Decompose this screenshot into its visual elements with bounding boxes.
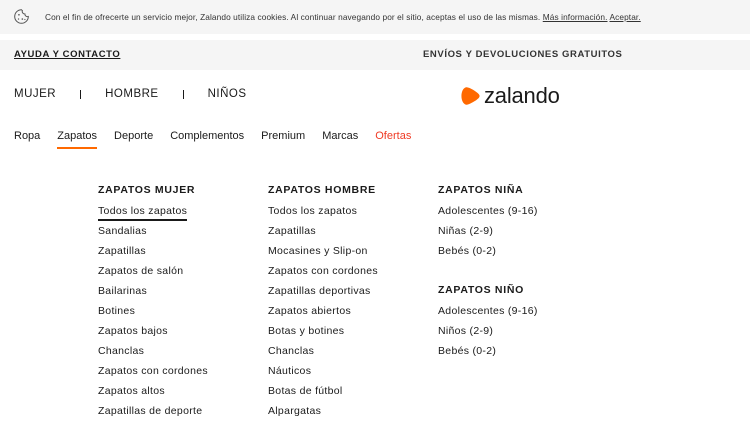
menu-item[interactable]: Todos los zapatos — [98, 203, 208, 223]
menu-item[interactable]: Bebés (0-2) — [438, 343, 538, 363]
gender-men-link[interactable]: HOMBRE — [105, 88, 158, 100]
menu-item[interactable]: Zapatos con cordones — [98, 363, 208, 383]
menu-item[interactable]: Bailarinas — [98, 283, 208, 303]
category-accessories[interactable]: Complementos — [170, 130, 244, 149]
category-premium[interactable]: Premium — [261, 130, 305, 149]
menu-item[interactable]: Zapatillas — [268, 223, 378, 243]
help-contact-link[interactable]: AYUDA Y CONTACTO — [14, 49, 120, 60]
menu-item[interactable]: Zapatillas de deporte — [98, 403, 208, 423]
cookie-icon — [14, 9, 29, 24]
category-clothing[interactable]: Ropa — [14, 130, 40, 149]
cookie-banner: Con el fin de ofrecerte un servicio mejo… — [0, 0, 750, 34]
menu-item[interactable]: Niñas (2-9) — [438, 223, 538, 243]
menu-item[interactable]: Niños (2-9) — [438, 323, 538, 343]
menu-item[interactable]: Bebés (0-2) — [438, 243, 538, 263]
gender-women-link[interactable]: MUJER — [14, 88, 56, 100]
category-shoes[interactable]: Zapatos — [57, 130, 98, 149]
menu-item[interactable]: Zapatos abiertos — [268, 303, 378, 323]
menu-item[interactable]: Chanclas — [98, 343, 208, 363]
menu-column-men: ZAPATOS HOMBRE Todos los zapatos Zapatil… — [268, 183, 378, 423]
menu-column-kids: ZAPATOS NIÑA Adolescentes (9-16) Niñas (… — [438, 183, 538, 363]
menu-item[interactable]: Todos los zapatos — [268, 203, 378, 223]
more-info-link[interactable]: Más información. — [543, 12, 608, 22]
free-shipping-notice: ENVÍOS Y DEVOLUCIONES GRATUITOS — [423, 49, 623, 60]
service-bar: AYUDA Y CONTACTO ENVÍOS Y DEVOLUCIONES G… — [0, 40, 750, 70]
category-brands[interactable]: Marcas — [322, 130, 358, 149]
menu-item[interactable]: Alpargatas — [268, 403, 378, 423]
menu-item[interactable]: Zapatos altos — [98, 383, 208, 403]
menu-item[interactable]: Zapatos bajos — [98, 323, 208, 343]
divider — [80, 89, 82, 99]
column-title: ZAPATOS MUJER — [98, 184, 196, 196]
column-title: ZAPATOS HOMBRE — [268, 184, 376, 196]
menu-item[interactable]: Botines — [98, 303, 208, 323]
menu-item[interactable]: Zapatos con cordones — [268, 263, 378, 283]
menu-item[interactable]: Zapatillas — [98, 243, 208, 263]
menu-item[interactable]: Zapatillas deportivas — [268, 283, 378, 303]
zalando-logo[interactable]: zalando — [460, 83, 560, 109]
menu-item[interactable]: Náuticos — [268, 363, 378, 383]
menu-item[interactable]: Adolescentes (9-16) — [438, 303, 538, 323]
accept-cookies-link[interactable]: Aceptar. — [609, 12, 640, 22]
menu-item[interactable]: Adolescentes (9-16) — [438, 203, 538, 223]
menu-item[interactable]: Sandalias — [98, 223, 208, 243]
menu-item[interactable]: Chanclas — [268, 343, 378, 363]
menu-column-women: ZAPATOS MUJER Todos los zapatos Sandalia… — [98, 183, 208, 423]
gender-nav: MUJER HOMBRE NIÑOS — [14, 88, 247, 100]
cookie-text: Con el fin de ofrecerte un servicio mejo… — [45, 12, 541, 22]
gender-kids-link[interactable]: NIÑOS — [208, 88, 247, 100]
menu-item[interactable]: Mocasines y Slip-on — [268, 243, 378, 263]
menu-item[interactable]: Botas de fútbol — [268, 383, 378, 403]
divider — [182, 89, 184, 99]
column-title-girls: ZAPATOS NIÑA — [438, 184, 524, 196]
category-nav: Ropa Zapatos Deporte Complementos Premiu… — [14, 130, 428, 149]
zalando-logo-icon — [461, 87, 480, 105]
menu-item[interactable]: Zapatos de salón — [98, 263, 208, 283]
logo-text: zalando — [484, 83, 560, 108]
menu-item[interactable]: Botas y botines — [268, 323, 378, 343]
cookie-message: Con el fin de ofrecerte un servicio mejo… — [45, 12, 641, 22]
category-offers[interactable]: Ofertas — [375, 130, 411, 149]
category-sport[interactable]: Deporte — [114, 130, 153, 149]
menu-item-label[interactable]: Todos los zapatos — [98, 205, 188, 221]
column-title-boys: ZAPATOS NIÑO — [438, 284, 524, 296]
